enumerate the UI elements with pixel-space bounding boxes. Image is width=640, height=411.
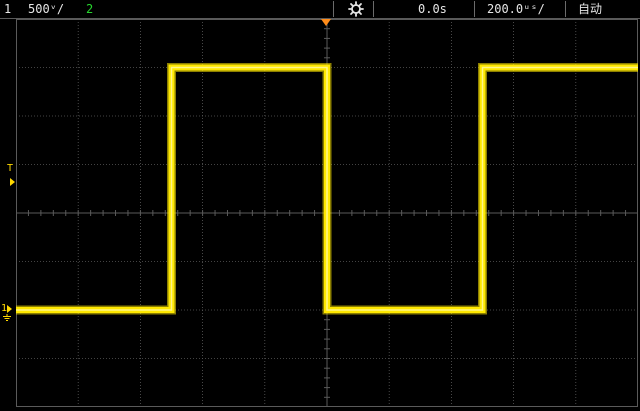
gear-icon[interactable] <box>348 1 364 17</box>
channel2-label[interactable]: 2 <box>86 1 93 17</box>
time-offset[interactable]: 0.0s <box>418 1 447 17</box>
time-base[interactable]: 200.0ᵘˢ/ <box>487 1 545 17</box>
trigger-mode[interactable]: 自动 <box>578 1 602 17</box>
channel1-ground-marker[interactable] <box>7 305 12 313</box>
trigger-position-icon[interactable] <box>321 19 331 26</box>
status-bar: 1 500ᵛ/ 2 0.0s 200.0ᵘˢ/ 自动 <box>0 0 640 19</box>
scope-graticule <box>16 19 638 407</box>
status-divider <box>333 1 334 17</box>
channel1-scale[interactable]: 500ᵛ/ <box>28 1 64 17</box>
trigger-level-label: T <box>7 163 14 174</box>
waveform-display[interactable] <box>16 19 638 407</box>
channel1-label[interactable]: 1 <box>4 1 11 17</box>
status-divider <box>373 1 374 17</box>
status-divider <box>474 1 475 17</box>
ground-icon <box>2 314 12 322</box>
status-divider <box>565 1 566 17</box>
trigger-level-marker[interactable] <box>10 178 15 186</box>
waveform-core <box>16 66 638 311</box>
